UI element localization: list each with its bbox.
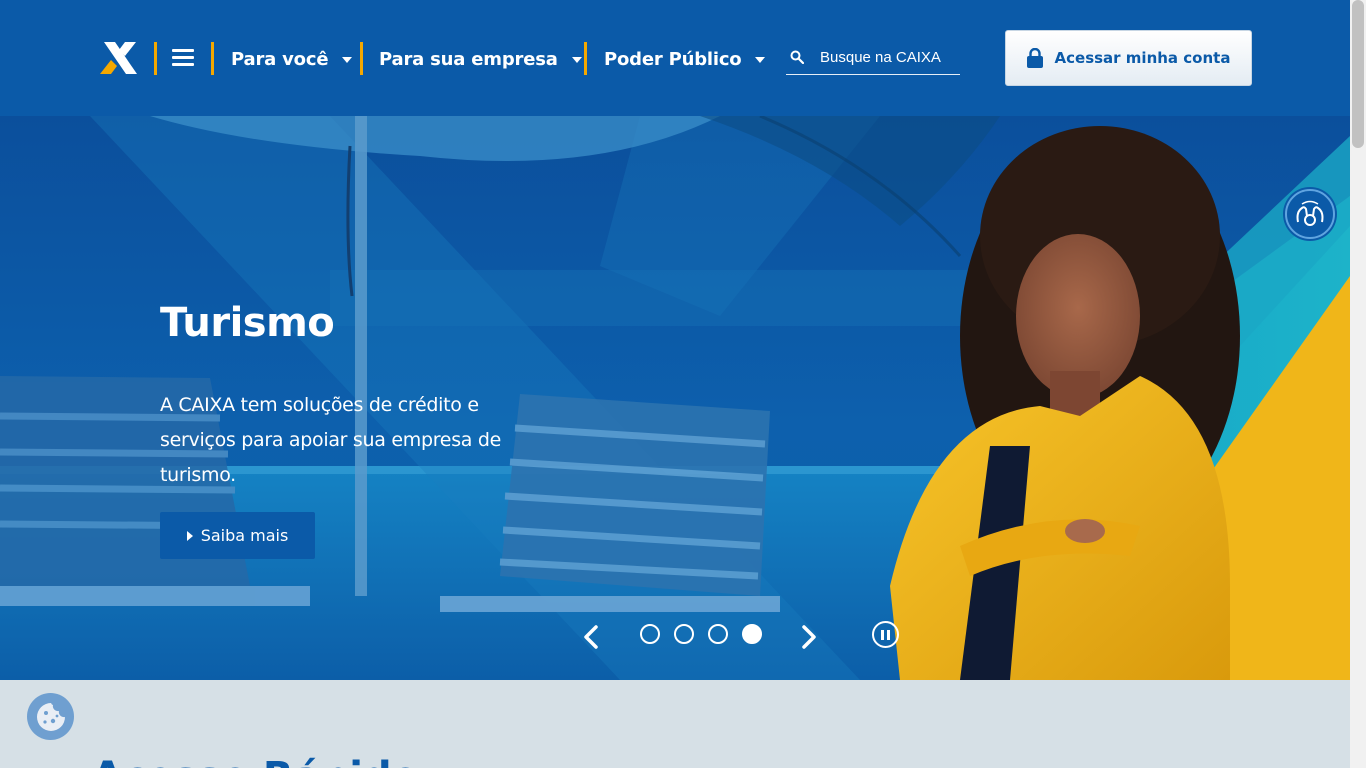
chevron-down-icon [342,57,353,63]
nav-divider [154,42,157,75]
libras-accessibility-button[interactable] [1285,189,1335,239]
nav-para-voce-label: Para você [231,48,329,70]
caixa-logo[interactable] [98,42,138,74]
pause-icon [881,629,884,640]
chevron-down-icon [571,57,582,63]
carousel-next-chevron-icon[interactable] [796,622,820,652]
carousel-dot-3[interactable] [708,624,728,644]
search-box [786,40,960,75]
sign-language-hands-icon [1296,200,1324,226]
nav-poder-publico[interactable]: Poder Público [604,44,766,74]
nav-para-sua-empresa-label: Para sua empresa [379,48,558,70]
nav-divider [584,42,587,75]
login-button[interactable]: Acessar minha conta [1005,30,1252,86]
page-scrollbar-thumb[interactable] [1352,0,1364,148]
lock-icon [1026,48,1043,68]
login-button-label: Acessar minha conta [1054,49,1231,67]
nav-para-voce[interactable]: Para você [231,44,353,74]
hamburger-menu-button[interactable] [170,47,196,69]
carousel-dot-4-active[interactable] [742,624,762,644]
hamburger-line [172,63,194,66]
quick-access-heading: Acesso Rápido [92,754,419,768]
saiba-mais-label: Saiba mais [200,526,289,545]
play-arrow-icon [186,530,193,541]
nav-divider [211,42,214,75]
search-input[interactable] [820,48,950,66]
chevron-down-icon [755,57,766,63]
hero-description: A CAIXA tem soluções de crédito e serviç… [160,394,502,486]
hamburger-line [172,56,194,59]
page: Para você Para sua empresa Poder Público [0,0,1366,768]
nav-divider [360,42,363,75]
caixa-x-logo-icon [100,42,137,74]
hero-carousel: Turismo A CAIXA tem soluções de crédito … [0,116,1350,680]
saiba-mais-button[interactable]: Saiba mais [160,512,315,559]
quick-access-section: Acesso Rápido [0,680,1350,768]
pause-icon-bar [887,629,890,640]
carousel-dot-1[interactable] [640,624,660,644]
nav-poder-publico-label: Poder Público [604,48,742,70]
nav-para-sua-empresa[interactable]: Para sua empresa [379,44,582,74]
search-icon[interactable] [790,50,804,64]
hamburger-menu-icon [172,49,194,52]
cookie-icon [36,702,65,731]
carousel-prev-chevron-icon[interactable] [580,622,604,652]
site-header: Para você Para sua empresa Poder Público [0,0,1350,116]
cookie-consent-button[interactable] [27,693,74,740]
carousel-pause-button[interactable] [872,621,899,648]
hero-title: Turismo [160,300,335,346]
carousel-dot-2[interactable] [674,624,694,644]
